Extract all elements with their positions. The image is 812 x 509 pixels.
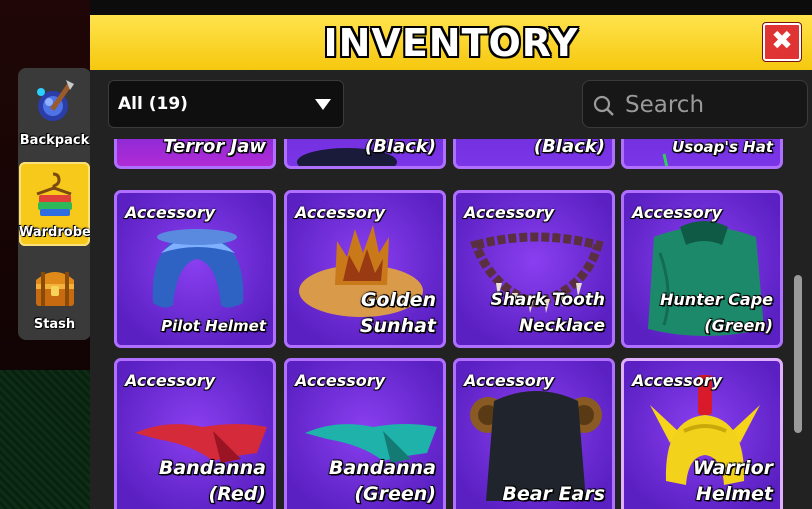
item-type: Accessory — [295, 371, 386, 390]
item-card-hunter-cape[interactable]: Accessory Hunter Cape (Green) — [621, 190, 783, 348]
sidebar-item-label: Stash — [33, 317, 76, 332]
item-type: Accessory — [632, 203, 723, 222]
window-title: INVENTORY — [323, 21, 579, 65]
sidebar-item-label: Backpack — [19, 133, 90, 148]
item-type: Accessory — [295, 203, 386, 222]
category-filter-dropdown[interactable]: All (19) — [108, 80, 344, 128]
item-name: Bear Ears — [502, 483, 605, 505]
sidebar-item-wardrobe[interactable]: Wardrobe — [19, 162, 91, 246]
item-card-bear-ears[interactable]: Accessory Bear Ears — [453, 358, 615, 509]
chevron-down-icon — [315, 99, 331, 110]
item-card-warrior-helmet[interactable]: Accessory Warrior Helmet — [621, 358, 783, 509]
wardrobe-icon — [36, 172, 72, 216]
close-button[interactable]: ✖ — [763, 23, 801, 61]
item-card-bandanna-red[interactable]: Accessory Bandanna (Red) — [114, 358, 276, 509]
item-card[interactable]: Terror Jaw — [114, 139, 276, 169]
item-name: Bandanna (Red) — [158, 457, 266, 505]
sidebar-item-backpack[interactable]: Backpack — [19, 70, 90, 154]
item-name: Usoap's Hat — [672, 139, 773, 156]
inventory-sidebar: Backpack Wardrobe Stash — [18, 68, 91, 340]
item-name: Terror Jaw — [163, 139, 266, 157]
item-card[interactable]: (Black) — [284, 139, 446, 169]
item-type: Accessory — [125, 203, 216, 222]
scrollbar-thumb[interactable] — [794, 275, 802, 433]
backpack-icon — [37, 80, 74, 121]
sidebar-item-label: Wardrobe — [19, 225, 91, 240]
title-bar: INVENTORY ✖ — [90, 15, 812, 70]
item-type: Accessory — [464, 203, 555, 222]
item-name: (Black) — [533, 139, 605, 157]
item-name: Warrior Helmet — [692, 457, 773, 505]
item-card-shark-tooth-necklace[interactable]: Accessory Shark Tooth Necklace — [453, 190, 615, 348]
search-box[interactable] — [582, 80, 808, 128]
item-card[interactable]: (Black) — [453, 139, 615, 169]
item-type: Accessory — [125, 371, 216, 390]
item-grid[interactable]: Terror Jaw (Black) (Black) Usoap's Hat A… — [110, 139, 790, 509]
item-card-golden-sunhat[interactable]: Accessory Golden Sunhat — [284, 190, 446, 348]
item-card[interactable]: Usoap's Hat — [621, 139, 783, 169]
item-name: Shark Tooth Necklace — [490, 290, 605, 336]
item-card-bandanna-green[interactable]: Accessory Bandanna (Green) — [284, 358, 446, 509]
filter-selected-value: All (19) — [118, 94, 188, 114]
search-input[interactable] — [623, 89, 797, 121]
sidebar-item-stash[interactable]: Stash — [19, 254, 90, 338]
inventory-panel: INVENTORY ✖ All (19) Terror Jaw (Black) … — [90, 15, 812, 509]
close-icon: ✖ — [771, 26, 793, 56]
item-name: Hunter Cape (Green) — [660, 290, 773, 335]
search-icon — [593, 95, 614, 116]
item-name: Golden Sunhat — [359, 289, 436, 337]
item-type: Accessory — [632, 371, 723, 390]
item-name: Bandanna (Green) — [328, 457, 436, 505]
item-name: (Black) — [364, 139, 436, 157]
item-type: Accessory — [464, 371, 555, 390]
item-name: Pilot Helmet — [161, 317, 266, 335]
item-card-pilot-helmet[interactable]: Accessory Pilot Helmet — [114, 190, 276, 348]
chest-icon — [36, 272, 74, 306]
